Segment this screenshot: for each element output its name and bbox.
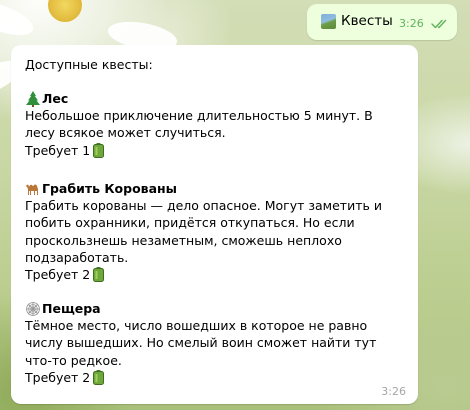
quests-intro: Доступные квесты: xyxy=(25,57,153,72)
quest-title-text: Лес xyxy=(42,91,69,106)
quest-title: Лес xyxy=(25,90,385,107)
quest-item-forest: Лес Небольшое приключение длительностью … xyxy=(25,90,385,159)
quest-requirement: Требует 2 xyxy=(25,266,385,283)
quest-item-caravans: Грабить Корованы Грабить корованы — дело… xyxy=(25,180,385,283)
quest-title: Грабить Корованы xyxy=(25,180,385,197)
forest-landscape-icon xyxy=(321,14,336,29)
daisy-petal xyxy=(0,0,38,43)
quest-description: Тёмное место, число вошедших в которое н… xyxy=(25,318,377,368)
quest-description: Небольшое приключение длительностью 5 ми… xyxy=(25,108,373,141)
quest-requirement-text: Требует 2 xyxy=(25,267,91,283)
quest-requirement-text: Требует 2 xyxy=(25,369,91,385)
quest-title-text: Грабить Корованы xyxy=(42,181,177,196)
quest-requirement: Требует 1 xyxy=(25,142,385,159)
incoming-message[interactable]: Доступные квесты: Лес Небольшое приключе… xyxy=(11,45,418,404)
quest-title: Пещера xyxy=(25,300,385,317)
quest-item-cave: Пещера Тёмное место, число вошедших в ко… xyxy=(25,300,385,386)
quest-title-text: Пещера xyxy=(42,301,101,316)
outgoing-message-time: 3:26 xyxy=(399,17,424,30)
read-double-check-icon xyxy=(431,19,447,29)
battery-icon xyxy=(93,142,105,158)
incoming-message-time: 3:26 xyxy=(381,385,406,398)
outgoing-message[interactable]: Квесты 3:26 xyxy=(307,4,457,40)
quest-requirement-text: Требует 1 xyxy=(25,142,91,158)
battery-icon xyxy=(93,267,105,283)
spider-web-icon xyxy=(26,301,40,316)
outgoing-message-text: Квесты xyxy=(341,13,393,29)
evergreen-tree-icon xyxy=(26,90,40,107)
daisy-center xyxy=(48,0,82,22)
camel-icon xyxy=(26,183,38,195)
battery-icon xyxy=(93,369,105,385)
quest-requirement: Требует 2 xyxy=(25,369,385,386)
quest-description: Грабить корованы — дело опасное. Могут з… xyxy=(25,198,382,265)
